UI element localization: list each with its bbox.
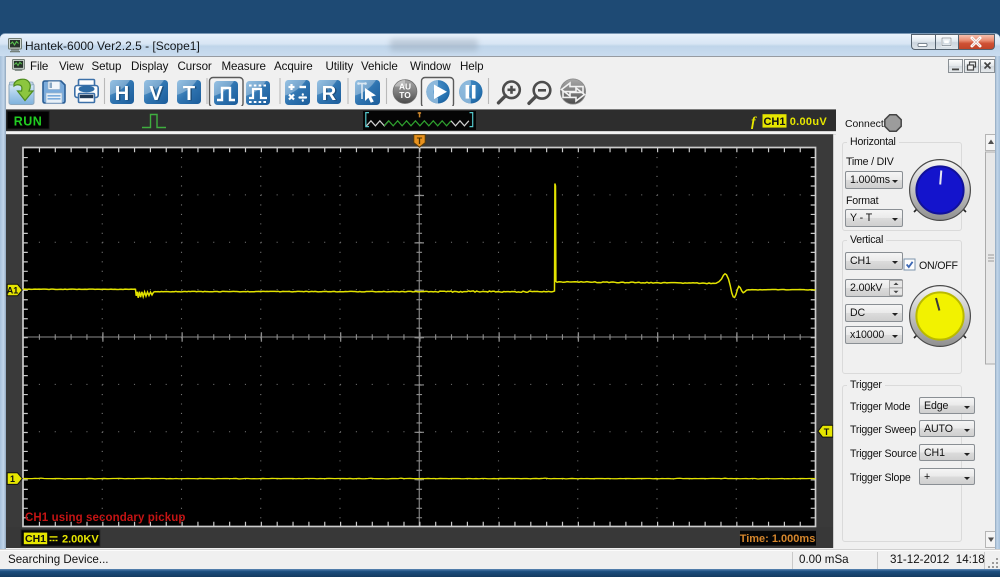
svg-text:CH1: CH1 <box>763 116 785 128</box>
svg-text:H: H <box>115 83 129 105</box>
svg-text:2.00KV: 2.00KV <box>62 533 99 545</box>
svg-text:R: R <box>322 83 337 105</box>
svg-text:TO: TO <box>399 90 411 100</box>
svg-text:Time: 1.000ms: Time: 1.000ms <box>740 533 816 545</box>
svg-text:T: T <box>417 136 423 146</box>
svg-text:T: T <box>824 427 830 437</box>
svg-text:V: V <box>149 83 163 105</box>
svg-text:0.00uV: 0.00uV <box>790 116 828 128</box>
svg-text:T: T <box>183 83 195 105</box>
svg-text:RUN: RUN <box>14 114 43 128</box>
svg-text:CH1: CH1 <box>25 533 46 545</box>
svg-text:CH1 using secondary pickup: CH1 using secondary pickup <box>25 512 185 524</box>
svg-text:1: 1 <box>10 474 15 484</box>
svg-text:A1: A1 <box>7 285 19 295</box>
